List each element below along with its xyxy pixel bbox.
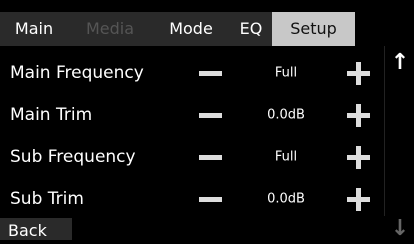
plus-button[interactable] bbox=[347, 188, 370, 211]
setting-row-main-frequency: Main Frequency Full bbox=[0, 50, 384, 96]
tab-media[interactable]: Media bbox=[68, 12, 152, 46]
setting-row-main-trim: Main Trim 0.0dB bbox=[0, 92, 384, 138]
setting-label: Sub Frequency bbox=[10, 147, 136, 167]
arrow-down-icon[interactable]: ↓ bbox=[389, 218, 411, 240]
minus-button[interactable] bbox=[199, 197, 222, 202]
setting-value: 0.0dB bbox=[267, 191, 305, 207]
minus-button[interactable] bbox=[199, 71, 222, 76]
tab-bar: Main Media Mode EQ Setup bbox=[0, 0, 414, 46]
setting-label: Main Trim bbox=[10, 105, 93, 125]
setting-value: 0.0dB bbox=[267, 107, 305, 123]
setting-value: Full bbox=[274, 65, 298, 81]
tab-setup[interactable]: Setup bbox=[272, 12, 355, 46]
tab-eq[interactable]: EQ bbox=[230, 12, 272, 46]
setting-row-sub-frequency: Sub Frequency Full bbox=[0, 134, 384, 180]
setting-label: Main Frequency bbox=[10, 63, 144, 83]
setting-value: Full bbox=[274, 149, 298, 165]
setting-row-sub-trim: Sub Trim 0.0dB bbox=[0, 176, 384, 222]
plus-button[interactable] bbox=[347, 104, 370, 127]
scroll-bar: ↑ ↓ bbox=[384, 46, 414, 240]
arrow-up-icon[interactable]: ↑ bbox=[389, 52, 411, 74]
minus-button[interactable] bbox=[199, 113, 222, 118]
plus-button[interactable] bbox=[347, 146, 370, 169]
tab-main[interactable]: Main bbox=[0, 12, 68, 46]
tab-mode[interactable]: Mode bbox=[152, 12, 230, 46]
plus-button[interactable] bbox=[347, 62, 370, 85]
minus-button[interactable] bbox=[199, 155, 222, 160]
tab-strip: Main Media Mode EQ Setup bbox=[0, 12, 355, 46]
back-button[interactable]: Back bbox=[0, 218, 72, 240]
setting-label: Sub Trim bbox=[10, 189, 84, 209]
